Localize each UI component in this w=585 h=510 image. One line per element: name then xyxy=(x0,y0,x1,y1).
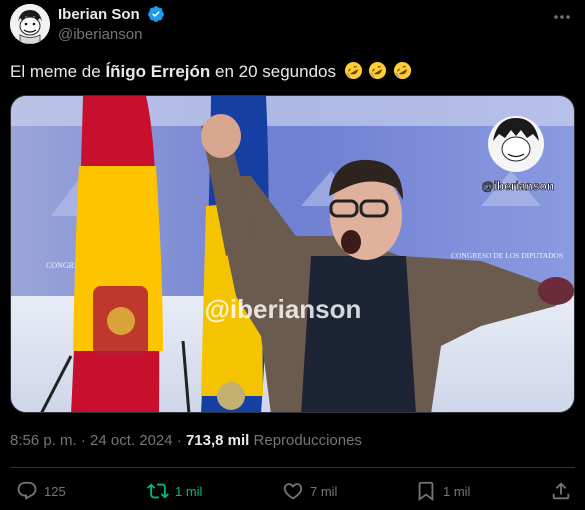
meta-separator: · xyxy=(80,432,86,449)
backdrop-text-right: CONGRESO DE LOS DIPUTADOS xyxy=(451,251,563,260)
action-bar: 125 1 mil 7 mil 1 mil xyxy=(10,477,575,505)
avatar-cartoon-icon xyxy=(10,4,50,44)
video-frame: CONGRESO CONGRESO DE LOS DIPUTADOS @iber… xyxy=(11,96,574,412)
tweet-text: El meme de Íñigo Errejón en 20 segundos xyxy=(10,61,412,83)
views-label: Reproducciones xyxy=(253,432,362,449)
bookmark-count: 1 mil xyxy=(443,483,471,499)
avatar[interactable] xyxy=(10,4,50,44)
tweet-time[interactable]: 8:56 p. m. xyxy=(10,432,77,449)
retweet-button[interactable]: 1 mil xyxy=(147,477,202,505)
reply-button[interactable]: 125 xyxy=(16,477,66,505)
tweet-text-bold: Íñigo Errejón xyxy=(105,62,211,81)
tweet-header: Iberian Son @iberianson xyxy=(10,4,575,48)
author-display-name[interactable]: Iberian Son xyxy=(58,6,140,23)
retweet-count: 1 mil xyxy=(175,483,203,499)
heart-icon xyxy=(283,483,303,500)
views-count: 713,8 mil xyxy=(185,432,250,449)
retweet-icon xyxy=(147,483,169,499)
author-handle[interactable]: @iberianson xyxy=(58,26,165,43)
rolling-on-floor-laughing-icon xyxy=(344,61,362,80)
rolling-on-floor-laughing-icon xyxy=(369,61,387,80)
tweet-text-before: El meme de xyxy=(10,62,106,81)
bookmark-icon xyxy=(418,481,434,502)
bookmark-button[interactable]: 1 mil xyxy=(415,477,470,505)
author-names: Iberian Son @iberianson xyxy=(58,5,165,43)
reply-count: 125 xyxy=(44,483,66,499)
tweet-text-after: en 20 segundos xyxy=(210,62,336,81)
tweet-date[interactable]: 24 oct. 2024 xyxy=(90,432,173,449)
watermark-center: @iberianson xyxy=(205,294,362,324)
tweet-video[interactable]: CONGRESO CONGRESO DE LOS DIPUTADOS @iber… xyxy=(10,95,575,413)
more-options-button[interactable] xyxy=(551,8,573,26)
more-dots-icon xyxy=(554,15,570,19)
rolling-on-floor-laughing-icon xyxy=(394,61,412,80)
watermark-corner: @iberianson xyxy=(482,179,554,193)
meta-separator-2: · xyxy=(176,432,182,449)
reply-icon xyxy=(17,481,37,500)
like-button[interactable]: 7 mil xyxy=(282,477,337,505)
like-count: 7 mil xyxy=(310,483,338,499)
share-icon xyxy=(552,482,570,500)
divider xyxy=(10,467,575,468)
share-button[interactable] xyxy=(550,477,572,505)
tweet-meta: 8:56 p. m. · 24 oct. 2024 · 713,8 mil Re… xyxy=(10,432,362,449)
verified-badge-icon[interactable] xyxy=(147,5,165,23)
